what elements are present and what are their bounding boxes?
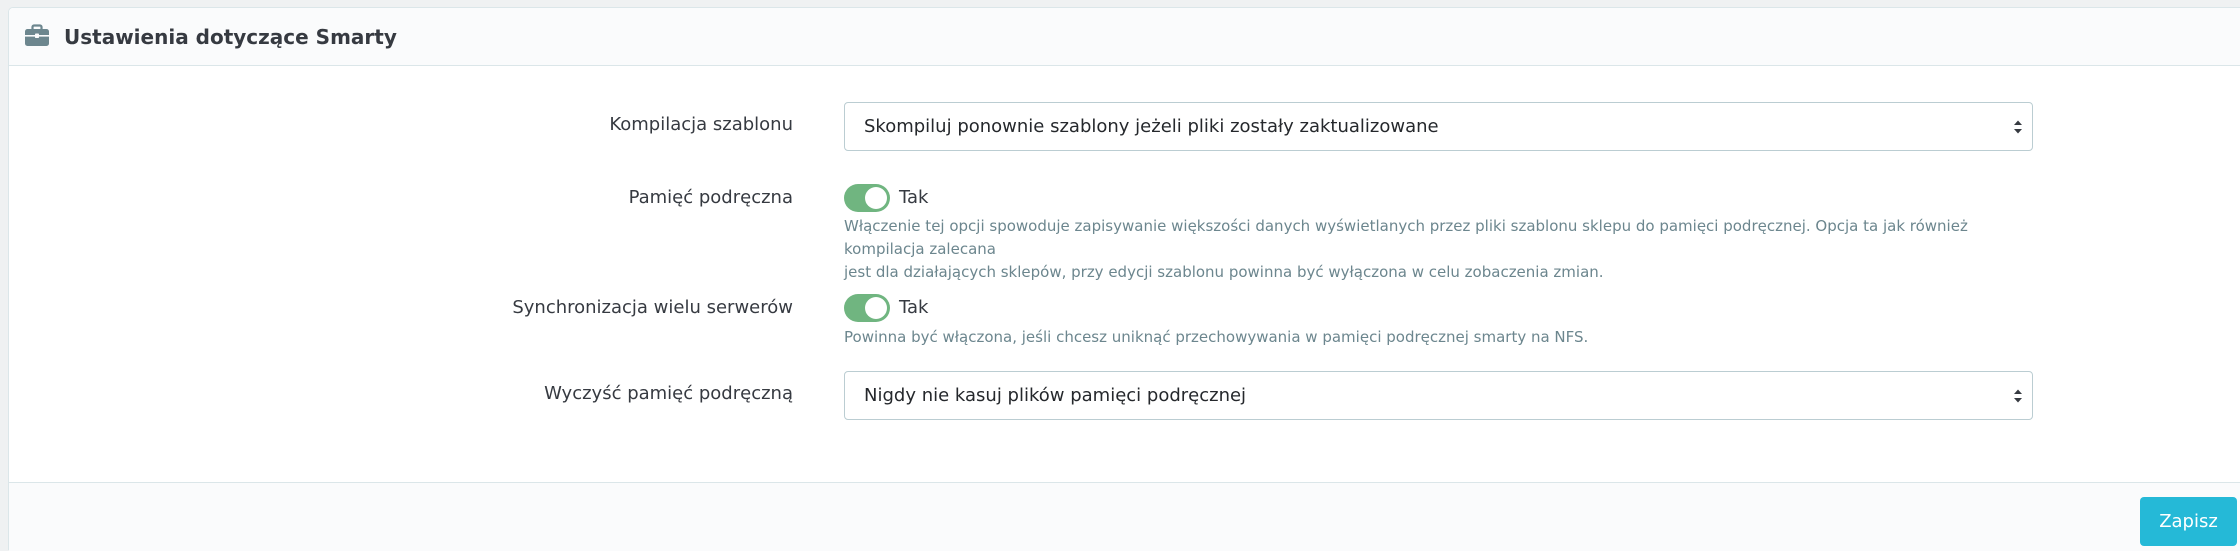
save-button[interactable]: Zapisz bbox=[2140, 497, 2237, 546]
template-compilation-select[interactable]: Skompiluj ponownie szablony jeżeli pliki… bbox=[844, 102, 2033, 151]
smarty-settings-panel: Ustawienia dotyczące Smarty Kompilacja s… bbox=[8, 7, 2240, 551]
cache-toggle[interactable] bbox=[844, 184, 890, 212]
cache-help-line-2: jest dla działających sklepów, przy edyc… bbox=[844, 263, 1604, 281]
multi-server-sync-toggle-state: Tak bbox=[899, 297, 929, 318]
cache-help-text: Włączenie tej opcji spowoduje zapisywani… bbox=[844, 215, 2039, 284]
cache-toggle-state: Tak bbox=[899, 187, 929, 208]
select-arrows-icon bbox=[2014, 389, 2022, 403]
panel-footer: Zapisz bbox=[9, 482, 2240, 551]
multi-server-sync-label: Synchronizacja wielu serwerów bbox=[512, 297, 793, 318]
template-compilation-label: Kompilacja szablonu bbox=[609, 114, 793, 135]
clear-cache-select[interactable]: Nigdy nie kasuj plików pamięci podręczne… bbox=[844, 371, 2033, 420]
briefcase-icon bbox=[25, 24, 49, 46]
clear-cache-value: Nigdy nie kasuj plików pamięci podręczne… bbox=[864, 385, 1247, 406]
panel-header: Ustawienia dotyczące Smarty bbox=[9, 8, 2240, 66]
clear-cache-label: Wyczyść pamięć podręczną bbox=[544, 383, 793, 404]
multi-server-sync-help-text: Powinna być włączona, jeśli chcesz unikn… bbox=[844, 328, 1589, 346]
toggle-knob bbox=[865, 297, 887, 319]
cache-label: Pamięć podręczna bbox=[628, 187, 793, 208]
template-compilation-value: Skompiluj ponownie szablony jeżeli pliki… bbox=[864, 116, 1439, 137]
panel-title: Ustawienia dotyczące Smarty bbox=[64, 25, 397, 49]
cache-help-line-1: Włączenie tej opcji spowoduje zapisywani… bbox=[844, 217, 1968, 258]
select-arrows-icon bbox=[2014, 120, 2022, 134]
multi-server-sync-toggle[interactable] bbox=[844, 294, 890, 322]
toggle-knob bbox=[865, 187, 887, 209]
